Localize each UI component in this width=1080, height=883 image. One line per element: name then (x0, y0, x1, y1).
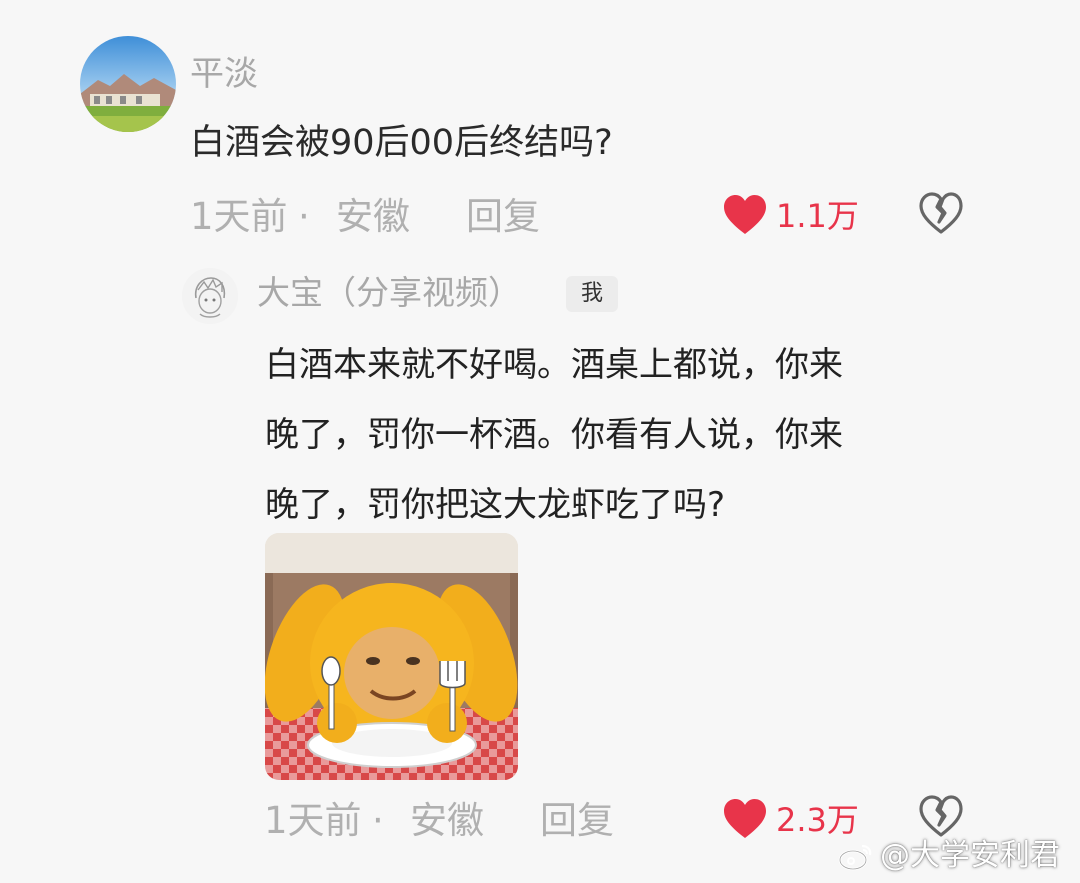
reply-time: 1天前 (264, 799, 362, 842)
reply-text-line: 晚了，罚你把这大龙虾吃了吗? (265, 485, 726, 525)
heart-icon[interactable] (722, 194, 768, 236)
comment-time: 1天前 (190, 195, 288, 238)
reply-text-line: 晚了，罚你一杯酒。你看有人说，你来 (265, 415, 843, 455)
reply-avatar[interactable] (182, 268, 238, 324)
me-badge: 我 (566, 276, 618, 312)
reply-text: 白酒本来就不好喝。酒桌上都说，你来 晚了，罚你一杯酒。你看有人说，你来 晚了，罚… (265, 330, 965, 540)
comment-location: 安徽 (336, 195, 410, 238)
meta-separator: · (372, 799, 384, 842)
heart-icon[interactable] (722, 798, 768, 840)
sticker-image[interactable] (265, 533, 518, 780)
like-count: 1.1万 (776, 197, 859, 235)
meta-separator: · (298, 195, 310, 238)
username[interactable]: 平淡 (190, 52, 258, 96)
reply-text-line: 白酒本来就不好喝。酒桌上都说，你来 (265, 345, 843, 385)
reply-button[interactable]: 回复 (540, 796, 614, 846)
broken-heart-icon[interactable] (918, 192, 964, 236)
comment-text: 白酒会被90后00后终结吗? (190, 123, 613, 163)
avatar[interactable] (80, 36, 176, 132)
reply-location: 安徽 (410, 799, 484, 842)
reply-button[interactable]: 回复 (466, 192, 540, 242)
comment-thread: 平淡 白酒会被90后00后终结吗? 1天前 · 安徽 回复 1.1万 大宝（分享… (0, 0, 1080, 883)
weibo-logo-icon (838, 840, 874, 872)
like-count: 2.3万 (776, 801, 859, 839)
reply-username[interactable]: 大宝（分享视频） (257, 270, 521, 316)
watermark: @大学安利君 (880, 838, 1060, 873)
